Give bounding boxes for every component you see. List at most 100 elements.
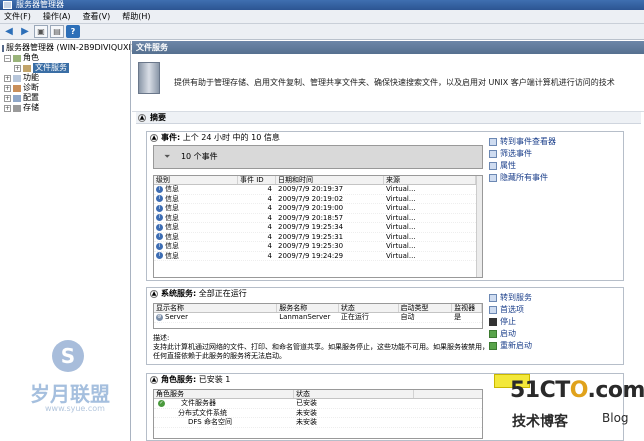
preferences-icon: [489, 306, 497, 314]
tree-item-diagnostics[interactable]: + 诊断: [0, 83, 130, 93]
info-icon: i: [156, 242, 163, 250]
tree-item-label: 功能: [23, 73, 39, 82]
action-filter-events[interactable]: 筛选事件: [489, 148, 556, 160]
column-header[interactable]: 服务名称: [277, 304, 339, 312]
column-header[interactable]: 状态: [339, 304, 399, 312]
service-name: LanmanServer: [279, 313, 331, 321]
up-folder-icon[interactable]: ▣: [34, 25, 48, 38]
summary-section-header[interactable]: ▲ 摘要: [136, 112, 641, 124]
tree-root-label: 服务器管理器 (WIN-2B9DIVIQUXI): [6, 43, 134, 52]
role-services-table[interactable]: 角色服务 状态 ✓ 文件服务器 已安装 分布式文件系统 未安装 DFS 命名空间 …: [153, 389, 483, 439]
roles-header[interactable]: ▲ 角色服务: 已安装 1: [147, 374, 623, 386]
info-icon: i: [156, 252, 163, 259]
column-header[interactable]: 日期和时间: [276, 176, 384, 184]
vertical-scrollbar[interactable]: [476, 176, 482, 277]
column-header[interactable]: 级别: [154, 176, 238, 184]
service-startup-type: 自动: [400, 313, 415, 321]
action-restart[interactable]: 重新启动: [489, 340, 532, 352]
tree-item-label: 存储: [23, 103, 39, 112]
table-header: 显示名称 服务名称 状态 启动类型 监视器: [154, 304, 482, 313]
diagnostics-icon: [13, 84, 21, 92]
event-datetime: 2009/7/9 20:18:57: [278, 213, 344, 222]
table-row[interactable]: i 信息 4 2009/7/9 20:19:37 Virtual...: [154, 185, 482, 195]
services-title-label: 系统服务:: [161, 289, 197, 298]
action-properties[interactable]: 属性: [489, 160, 556, 172]
column-header[interactable]: 状态: [294, 390, 414, 398]
events-count: 10 个事件: [180, 152, 218, 161]
table-row[interactable]: ✓ 文件服务器 已安装: [154, 399, 482, 409]
event-source: Virtual...: [386, 204, 416, 212]
navigation-tree: 服务器管理器 (WIN-2B9DIVIQUXI) − 角色 + 文件服务 + 功…: [0, 41, 134, 441]
menu-action[interactable]: 操作(A): [43, 11, 71, 22]
menu-view[interactable]: 查看(V): [83, 11, 111, 22]
menu-bar: 文件(F) 操作(A) 查看(V) 帮助(H): [0, 10, 644, 24]
storage-icon: [13, 104, 21, 112]
add-role-services-button[interactable]: [494, 374, 530, 388]
help-icon[interactable]: ?: [66, 25, 80, 38]
roles-title-label: 角色服务:: [161, 375, 197, 384]
action-preferences[interactable]: 首选项: [489, 304, 532, 316]
tree-item-roles[interactable]: − 角色: [0, 53, 130, 63]
tree-root[interactable]: 服务器管理器 (WIN-2B9DIVIQUXI): [0, 43, 134, 53]
event-datetime: 2009/7/9 19:24:29: [278, 251, 344, 260]
services-header[interactable]: ▲ 系统服务: 全部正在运行: [147, 288, 623, 300]
page-title: 文件服务: [132, 41, 644, 54]
table-row[interactable]: i 信息 4 2009/7/9 20:19:02 Virtual...: [154, 194, 482, 204]
show-hide-tree-icon[interactable]: ▤: [50, 25, 64, 38]
tree-item-storage[interactable]: + 存储: [0, 103, 130, 113]
tree-item-configuration[interactable]: + 配置: [0, 93, 130, 103]
table-row[interactable]: i 信息 4 2009/7/9 19:25:31 Virtual...: [154, 233, 482, 242]
column-header[interactable]: 显示名称: [154, 304, 278, 312]
expand-icon[interactable]: +: [4, 74, 11, 82]
action-go-to-services[interactable]: 转到服务: [489, 292, 532, 304]
window-title: 服务器管理器: [16, 0, 64, 9]
column-header[interactable]: 监视器: [452, 304, 482, 312]
services-table[interactable]: 显示名称 服务名称 状态 启动类型 监视器 ⚙ Server LanmanServ…: [153, 303, 483, 329]
tree-item-file-services[interactable]: + 文件服务: [0, 63, 130, 73]
event-id: 4: [267, 251, 272, 260]
collapse-icon[interactable]: −: [4, 54, 11, 62]
expand-icon[interactable]: +: [14, 64, 21, 72]
table-header: 角色服务 状态: [154, 390, 482, 399]
column-header[interactable]: 事件 ID: [238, 176, 276, 184]
event-id: 4: [267, 204, 272, 212]
expand-icon[interactable]: +: [4, 94, 11, 102]
collapse-icon[interactable]: ▲: [150, 290, 158, 298]
file-services-icon: [23, 64, 31, 72]
column-header[interactable]: 启动类型: [399, 304, 453, 312]
column-header[interactable]: 来源: [384, 176, 476, 184]
table-row[interactable]: i 信息 4 2009/7/9 19:24:29 Virtual...: [154, 251, 482, 261]
table-row[interactable]: i 信息 4 2009/7/9 19:25:34 Virtual...: [154, 223, 482, 233]
menu-file[interactable]: 文件(F): [4, 11, 31, 22]
action-start[interactable]: 启动: [489, 328, 532, 340]
events-actions: 转到事件查看器 筛选事件 属性 隐藏所有事件: [489, 136, 556, 184]
table-row[interactable]: i 信息 4 2009/7/9 19:25:30 Virtual...: [154, 242, 482, 252]
event-level: i 信息: [154, 242, 238, 251]
table-row[interactable]: i 信息 4 2009/7/9 20:18:57 Virtual...: [154, 213, 482, 223]
action-stop[interactable]: 停止: [489, 316, 532, 328]
table-row[interactable]: ⚙ Server LanmanServer 正在运行 自动 是: [154, 313, 482, 323]
events-table[interactable]: 级别 事件 ID 日期和时间 来源 i 信息 4 2009/7/9 20:19:37 V…: [153, 175, 483, 278]
event-source: Virtual...: [386, 242, 416, 250]
action-go-to-event-viewer[interactable]: 转到事件查看器: [489, 136, 556, 148]
event-viewer-icon: [489, 138, 497, 146]
action-hide-all-events[interactable]: 隐藏所有事件: [489, 172, 556, 184]
table-row[interactable]: 分布式文件系统 未安装: [154, 409, 482, 418]
collapse-icon[interactable]: ▲: [150, 134, 158, 142]
table-row[interactable]: DFS 命名空间 未安装: [154, 418, 482, 428]
service-display-name: ⚙ Server: [156, 313, 188, 321]
role-service-status: 已安装: [296, 399, 317, 407]
collapse-icon[interactable]: ▲: [138, 114, 146, 122]
menu-help[interactable]: 帮助(H): [122, 11, 150, 22]
properties-icon: [489, 162, 497, 170]
collapse-icon[interactable]: ▲: [150, 376, 158, 384]
table-row[interactable]: i 信息 4 2009/7/9 20:19:00 Virtual...: [154, 204, 482, 214]
action-label: 筛选事件: [500, 149, 532, 158]
event-datetime: 2009/7/9 20:19:02: [278, 194, 344, 203]
back-arrow-icon[interactable]: ◀: [2, 25, 16, 38]
forward-arrow-icon[interactable]: ▶: [18, 25, 32, 38]
column-header[interactable]: 角色服务: [154, 390, 294, 398]
expand-icon[interactable]: +: [4, 104, 11, 112]
expand-icon[interactable]: +: [4, 84, 11, 92]
tree-item-features[interactable]: + 功能: [0, 73, 130, 83]
